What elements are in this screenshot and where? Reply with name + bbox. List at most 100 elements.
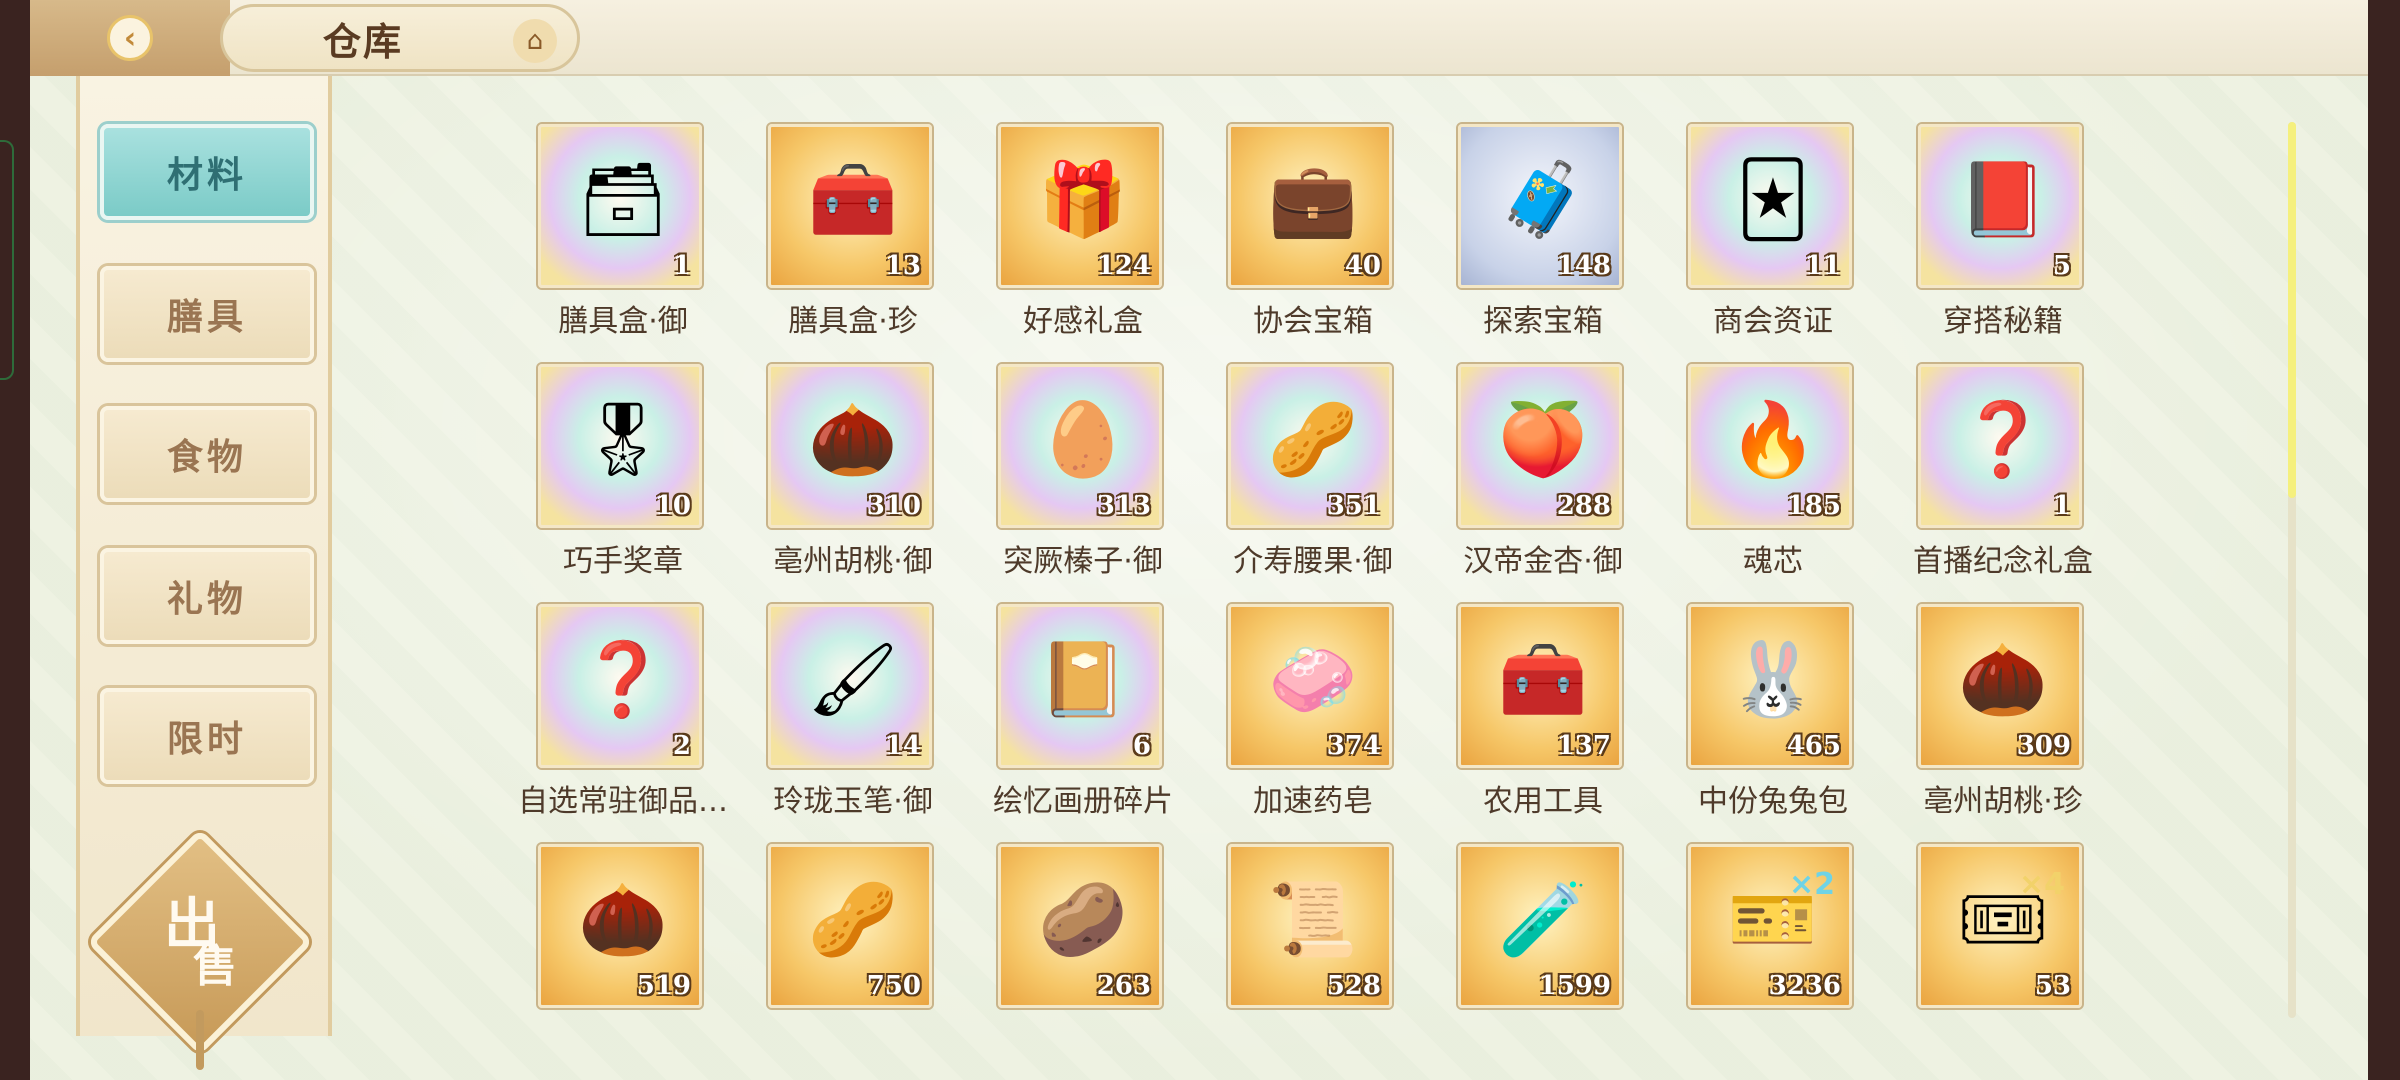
- inventory-item[interactable]: ❓ 2 自选常驻御品…: [508, 600, 738, 830]
- chevron-left-icon: ‹: [107, 15, 153, 61]
- tab-tableware[interactable]: 膳具: [100, 266, 314, 362]
- item-name: 巧手奖章: [563, 544, 683, 579]
- item-tile: 🥔 263: [998, 844, 1162, 1008]
- item-tile: 🧼 374: [1228, 604, 1392, 768]
- tab-label: 礼物: [166, 578, 247, 620]
- item-quantity: 13: [884, 251, 921, 281]
- inventory-item[interactable]: 🍑 288 汉帝金杏·御: [1428, 360, 1658, 590]
- dark-lacquer-box-icon: 🗃: [577, 156, 669, 241]
- tab-gifts[interactable]: 礼物: [100, 548, 314, 644]
- item-quantity: 313: [1096, 491, 1151, 521]
- inventory-item[interactable]: 🎟 ×4 53: [1888, 840, 2108, 1020]
- title-tab: 仓库 ⌂: [220, 4, 580, 72]
- inventory-item[interactable]: 📜 528: [1198, 840, 1428, 1020]
- tab-label: 膳具: [166, 296, 247, 338]
- device-edge: [0, 140, 14, 380]
- item-quantity: 40: [1344, 251, 1381, 281]
- ticket-multiplier: ×2: [1788, 867, 1835, 902]
- item-quantity: 6: [1132, 731, 1151, 761]
- item-name: 介寿腰果·御: [1233, 544, 1393, 579]
- tab-label: 材料: [166, 154, 247, 196]
- tab-materials[interactable]: 材料: [100, 124, 314, 220]
- inventory-item[interactable]: 🥚 313 突厥榛子·御: [968, 360, 1198, 590]
- item-quantity: 519: [636, 971, 691, 1001]
- back-button[interactable]: ‹: [30, 0, 230, 76]
- item-quantity: 263: [1096, 971, 1151, 1001]
- item-quantity: 124: [1096, 251, 1151, 281]
- tab-label: 限时: [166, 718, 247, 760]
- mystery-silhouette-icon: ❓: [578, 636, 668, 721]
- item-tile: 🌰 309: [1918, 604, 2082, 768]
- inventory-item[interactable]: 🐰 465 中份兔兔包: [1658, 600, 1888, 830]
- item-tile: 🎖 10: [538, 364, 702, 528]
- inventory-item[interactable]: 🌰 309 亳州胡桃·珍: [1888, 600, 2108, 830]
- inventory-item[interactable]: 🎫 ×2 3236: [1658, 840, 1888, 1020]
- inventory-item[interactable]: 📕 5 穿搭秘籍: [1888, 120, 2108, 350]
- toolbox-icon: 🧰: [1498, 636, 1588, 721]
- cashew-icon: 🥜: [1268, 396, 1358, 481]
- item-tile: ❓ 1: [1918, 364, 2082, 528]
- item-name: 膳具盒·珍: [788, 304, 918, 339]
- open-treasure-chest-icon: 🧳: [1498, 156, 1588, 241]
- red-lacquer-box-icon: 🧰: [808, 156, 898, 241]
- card-certificate-icon: 🃏: [1736, 157, 1810, 241]
- inventory-item[interactable]: 🧳 148 探索宝箱: [1428, 120, 1658, 350]
- tassel-decoration: [196, 1010, 204, 1070]
- item-tile: 🧳 148: [1458, 124, 1622, 288]
- item-grid: 🗃 1 膳具盒·御 🧰 13 膳具盒·珍 🎁 124 好感礼盒 💼 40 协会宝箱 🧳 148 探索宝箱 🃏 1…: [508, 120, 2108, 1020]
- tab-limited[interactable]: 限时: [100, 688, 314, 784]
- inventory-item[interactable]: 🧼 374 加速药皂: [1198, 600, 1428, 830]
- item-quantity: 528: [1326, 971, 1381, 1001]
- inventory-item[interactable]: 🎁 124 好感礼盒: [968, 120, 1198, 350]
- inventory-item[interactable]: 🧰 13 膳具盒·珍: [738, 120, 968, 350]
- inventory-item[interactable]: 📔 6 绘忆画册碎片: [968, 600, 1198, 830]
- inventory-item[interactable]: 🖌 14 玲珑玉笔·御: [738, 600, 968, 830]
- item-tile: 🖌 14: [768, 604, 932, 768]
- pavilion-icon[interactable]: ⌂: [513, 19, 557, 63]
- almond-icon: 🍑: [1498, 396, 1588, 481]
- inventory-item[interactable]: 🥜 750: [738, 840, 968, 1020]
- item-name: 突厥榛子·御: [1003, 544, 1163, 579]
- item-tile: 🥚 313: [998, 364, 1162, 528]
- inventory-item[interactable]: 🥔 263: [968, 840, 1198, 1020]
- item-quantity: 750: [866, 971, 921, 1001]
- walnut-icon: 🌰: [808, 396, 898, 481]
- red-book-icon: 📕: [1958, 156, 2048, 241]
- item-quantity: 10: [654, 491, 691, 521]
- inventory-item[interactable]: 🌰 310 亳州胡桃·御: [738, 360, 968, 590]
- item-tile: 📜 528: [1228, 844, 1392, 1008]
- item-name: 自选常驻御品…: [518, 784, 728, 819]
- inventory-item[interactable]: 🎖 10 巧手奖章: [508, 360, 738, 590]
- inventory-item[interactable]: 🌰 519: [508, 840, 738, 1020]
- item-name: 亳州胡桃·御: [773, 544, 933, 579]
- inventory-item[interactable]: 🃏 11 商会资证: [1658, 120, 1888, 350]
- item-name: 加速药皂: [1253, 784, 1373, 819]
- scrollbar-thumb[interactable]: [2288, 122, 2296, 498]
- tab-food[interactable]: 食物: [100, 406, 314, 502]
- inventory-item[interactable]: 🧪 1599: [1428, 840, 1658, 1020]
- item-quantity: 310: [866, 491, 921, 521]
- item-quantity: 1: [2052, 491, 2071, 521]
- item-quantity: 14: [884, 731, 921, 761]
- item-quantity: 351: [1326, 491, 1381, 521]
- item-name: 协会宝箱: [1253, 304, 1373, 339]
- inventory-item[interactable]: 💼 40 协会宝箱: [1198, 120, 1428, 350]
- inventory-item[interactable]: 🥜 351 介寿腰果·御: [1198, 360, 1428, 590]
- item-name: 农用工具: [1483, 784, 1603, 819]
- item-tile: 🔥 185: [1688, 364, 1852, 528]
- item-tile: 🌰 310: [768, 364, 932, 528]
- hazelnut-icon: 🌰: [578, 876, 668, 961]
- item-name: 探索宝箱: [1483, 304, 1603, 339]
- item-tile: 🎟 ×4 53: [1918, 844, 2082, 1008]
- inventory-item[interactable]: ❓ 1 首播纪念礼盒: [1888, 360, 2108, 590]
- inventory-item[interactable]: 🗃 1 膳具盒·御: [508, 120, 738, 350]
- item-tile: 🐰 465: [1688, 604, 1852, 768]
- page-title: 仓库: [323, 18, 404, 64]
- item-tile: ❓ 2: [538, 604, 702, 768]
- walnut-icon: 🌰: [1958, 636, 2048, 721]
- almond-icon: 🥔: [1038, 876, 1128, 961]
- inventory-item[interactable]: 🧰 137 农用工具: [1428, 600, 1658, 830]
- inventory-item[interactable]: 🔥 185 魂芯: [1658, 360, 1888, 590]
- item-name: 中份兔兔包: [1698, 784, 1848, 819]
- sell-char-2: 售: [193, 941, 237, 992]
